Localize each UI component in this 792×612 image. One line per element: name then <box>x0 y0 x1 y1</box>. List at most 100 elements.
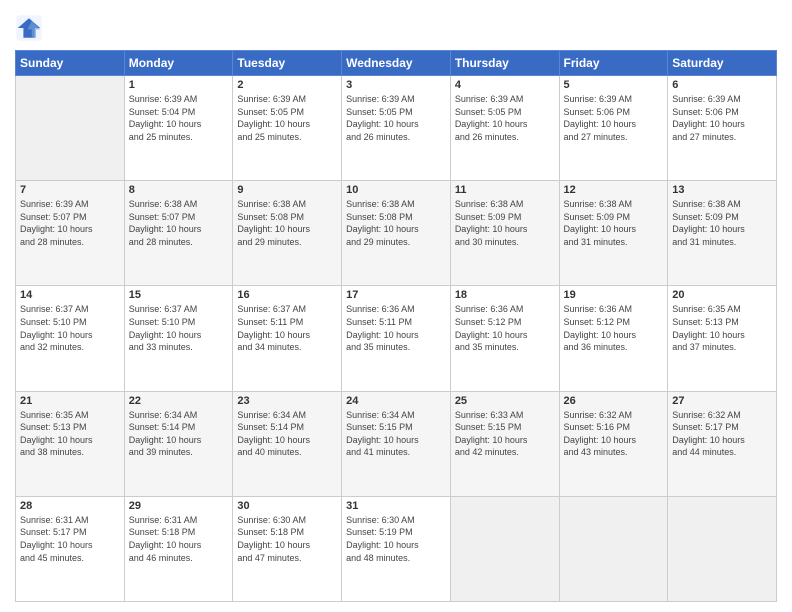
day-info: Sunrise: 6:38 AM Sunset: 5:09 PM Dayligh… <box>672 198 772 248</box>
day-number: 20 <box>672 289 772 301</box>
day-number: 2 <box>237 79 337 91</box>
day-number: 19 <box>564 289 664 301</box>
day-number: 21 <box>20 395 120 407</box>
day-number: 25 <box>455 395 555 407</box>
day-number: 9 <box>237 184 337 196</box>
day-info: Sunrise: 6:39 AM Sunset: 5:06 PM Dayligh… <box>564 93 664 143</box>
calendar-cell-1-6: 5 Sunrise: 6:39 AM Sunset: 5:06 PM Daylig… <box>559 76 668 181</box>
day-number: 29 <box>129 500 229 512</box>
day-info: Sunrise: 6:39 AM Sunset: 5:05 PM Dayligh… <box>237 93 337 143</box>
day-info: Sunrise: 6:31 AM Sunset: 5:17 PM Dayligh… <box>20 514 120 564</box>
calendar-header-wednesday: Wednesday <box>342 51 451 76</box>
day-info: Sunrise: 6:32 AM Sunset: 5:17 PM Dayligh… <box>672 409 772 459</box>
day-info: Sunrise: 6:39 AM Sunset: 5:05 PM Dayligh… <box>346 93 446 143</box>
day-info: Sunrise: 6:35 AM Sunset: 5:13 PM Dayligh… <box>672 303 772 353</box>
day-number: 8 <box>129 184 229 196</box>
calendar-cell-4-7: 27 Sunrise: 6:32 AM Sunset: 5:17 PM Dayli… <box>668 391 777 496</box>
calendar-cell-4-6: 26 Sunrise: 6:32 AM Sunset: 5:16 PM Dayli… <box>559 391 668 496</box>
calendar-cell-5-1: 28 Sunrise: 6:31 AM Sunset: 5:17 PM Dayli… <box>16 496 125 601</box>
calendar-cell-2-5: 11 Sunrise: 6:38 AM Sunset: 5:09 PM Dayli… <box>450 181 559 286</box>
day-info: Sunrise: 6:36 AM Sunset: 5:12 PM Dayligh… <box>564 303 664 353</box>
day-info: Sunrise: 6:39 AM Sunset: 5:04 PM Dayligh… <box>129 93 229 143</box>
calendar-cell-1-7: 6 Sunrise: 6:39 AM Sunset: 5:06 PM Daylig… <box>668 76 777 181</box>
calendar-header-monday: Monday <box>124 51 233 76</box>
day-number: 13 <box>672 184 772 196</box>
calendar-cell-4-4: 24 Sunrise: 6:34 AM Sunset: 5:15 PM Dayli… <box>342 391 451 496</box>
calendar-cell-2-6: 12 Sunrise: 6:38 AM Sunset: 5:09 PM Dayli… <box>559 181 668 286</box>
logo <box>15 14 46 42</box>
day-number: 5 <box>564 79 664 91</box>
day-number: 31 <box>346 500 446 512</box>
calendar-header-sunday: Sunday <box>16 51 125 76</box>
day-info: Sunrise: 6:36 AM Sunset: 5:11 PM Dayligh… <box>346 303 446 353</box>
calendar-cell-3-2: 15Sunrise: 6:37 AM Sunset: 5:10 PM Dayli… <box>124 286 233 391</box>
day-info: Sunrise: 6:38 AM Sunset: 5:07 PM Dayligh… <box>129 198 229 248</box>
calendar-cell-1-5: 4 Sunrise: 6:39 AM Sunset: 5:05 PM Daylig… <box>450 76 559 181</box>
calendar-cell-1-2: 1Sunrise: 6:39 AM Sunset: 5:04 PM Daylig… <box>124 76 233 181</box>
day-info: Sunrise: 6:38 AM Sunset: 5:08 PM Dayligh… <box>346 198 446 248</box>
day-info: Sunrise: 6:32 AM Sunset: 5:16 PM Dayligh… <box>564 409 664 459</box>
calendar-cell-2-7: 13 Sunrise: 6:38 AM Sunset: 5:09 PM Dayli… <box>668 181 777 286</box>
day-number: 11 <box>455 184 555 196</box>
calendar-week-4: 21 Sunrise: 6:35 AM Sunset: 5:13 PM Dayli… <box>16 391 777 496</box>
calendar-cell-5-6 <box>559 496 668 601</box>
calendar-cell-3-4: 17 Sunrise: 6:36 AM Sunset: 5:11 PM Dayli… <box>342 286 451 391</box>
day-number: 30 <box>237 500 337 512</box>
calendar-cell-5-4: 31 Sunrise: 6:30 AM Sunset: 5:19 PM Dayli… <box>342 496 451 601</box>
day-number: 10 <box>346 184 446 196</box>
day-number: 12 <box>564 184 664 196</box>
day-number: 16 <box>237 289 337 301</box>
day-number: 3 <box>346 79 446 91</box>
calendar-header-thursday: Thursday <box>450 51 559 76</box>
day-info: Sunrise: 6:36 AM Sunset: 5:12 PM Dayligh… <box>455 303 555 353</box>
day-number: 28 <box>20 500 120 512</box>
calendar-header-friday: Friday <box>559 51 668 76</box>
day-number: 22 <box>129 395 229 407</box>
day-number: 7 <box>20 184 120 196</box>
day-info: Sunrise: 6:38 AM Sunset: 5:09 PM Dayligh… <box>455 198 555 248</box>
calendar-cell-5-2: 29 Sunrise: 6:31 AM Sunset: 5:18 PM Dayli… <box>124 496 233 601</box>
calendar-week-1: 1Sunrise: 6:39 AM Sunset: 5:04 PM Daylig… <box>16 76 777 181</box>
calendar-cell-2-1: 7 Sunrise: 6:39 AM Sunset: 5:07 PM Daylig… <box>16 181 125 286</box>
day-info: Sunrise: 6:39 AM Sunset: 5:05 PM Dayligh… <box>455 93 555 143</box>
logo-icon <box>15 14 43 42</box>
day-number: 24 <box>346 395 446 407</box>
day-info: Sunrise: 6:30 AM Sunset: 5:18 PM Dayligh… <box>237 514 337 564</box>
day-number: 27 <box>672 395 772 407</box>
calendar-cell-4-3: 23 Sunrise: 6:34 AM Sunset: 5:14 PM Dayli… <box>233 391 342 496</box>
calendar-header-saturday: Saturday <box>668 51 777 76</box>
calendar-cell-1-4: 3 Sunrise: 6:39 AM Sunset: 5:05 PM Daylig… <box>342 76 451 181</box>
day-number: 6 <box>672 79 772 91</box>
calendar-cell-3-1: 14Sunrise: 6:37 AM Sunset: 5:10 PM Dayli… <box>16 286 125 391</box>
day-info: Sunrise: 6:35 AM Sunset: 5:13 PM Dayligh… <box>20 409 120 459</box>
day-number: 14 <box>20 289 120 301</box>
calendar-cell-4-5: 25Sunrise: 6:33 AM Sunset: 5:15 PM Dayli… <box>450 391 559 496</box>
day-info: Sunrise: 6:38 AM Sunset: 5:09 PM Dayligh… <box>564 198 664 248</box>
calendar-header-tuesday: Tuesday <box>233 51 342 76</box>
day-number: 26 <box>564 395 664 407</box>
day-info: Sunrise: 6:34 AM Sunset: 5:15 PM Dayligh… <box>346 409 446 459</box>
day-info: Sunrise: 6:31 AM Sunset: 5:18 PM Dayligh… <box>129 514 229 564</box>
calendar-table: SundayMondayTuesdayWednesdayThursdayFrid… <box>15 50 777 602</box>
calendar-cell-4-1: 21 Sunrise: 6:35 AM Sunset: 5:13 PM Dayli… <box>16 391 125 496</box>
calendar-cell-3-3: 16 Sunrise: 6:37 AM Sunset: 5:11 PM Dayli… <box>233 286 342 391</box>
calendar-cell-2-4: 10 Sunrise: 6:38 AM Sunset: 5:08 PM Dayli… <box>342 181 451 286</box>
day-info: Sunrise: 6:34 AM Sunset: 5:14 PM Dayligh… <box>129 409 229 459</box>
calendar-week-5: 28 Sunrise: 6:31 AM Sunset: 5:17 PM Dayli… <box>16 496 777 601</box>
calendar-header-row: SundayMondayTuesdayWednesdayThursdayFrid… <box>16 51 777 76</box>
day-info: Sunrise: 6:30 AM Sunset: 5:19 PM Dayligh… <box>346 514 446 564</box>
calendar-week-3: 14Sunrise: 6:37 AM Sunset: 5:10 PM Dayli… <box>16 286 777 391</box>
calendar-cell-3-7: 20 Sunrise: 6:35 AM Sunset: 5:13 PM Dayli… <box>668 286 777 391</box>
day-info: Sunrise: 6:34 AM Sunset: 5:14 PM Dayligh… <box>237 409 337 459</box>
calendar-cell-3-6: 19 Sunrise: 6:36 AM Sunset: 5:12 PM Dayli… <box>559 286 668 391</box>
calendar-week-2: 7 Sunrise: 6:39 AM Sunset: 5:07 PM Daylig… <box>16 181 777 286</box>
day-number: 17 <box>346 289 446 301</box>
calendar-cell-5-5 <box>450 496 559 601</box>
day-info: Sunrise: 6:39 AM Sunset: 5:07 PM Dayligh… <box>20 198 120 248</box>
day-info: Sunrise: 6:37 AM Sunset: 5:11 PM Dayligh… <box>237 303 337 353</box>
day-number: 23 <box>237 395 337 407</box>
day-info: Sunrise: 6:39 AM Sunset: 5:06 PM Dayligh… <box>672 93 772 143</box>
page: SundayMondayTuesdayWednesdayThursdayFrid… <box>0 0 792 612</box>
calendar-cell-2-3: 9Sunrise: 6:38 AM Sunset: 5:08 PM Daylig… <box>233 181 342 286</box>
day-number: 4 <box>455 79 555 91</box>
